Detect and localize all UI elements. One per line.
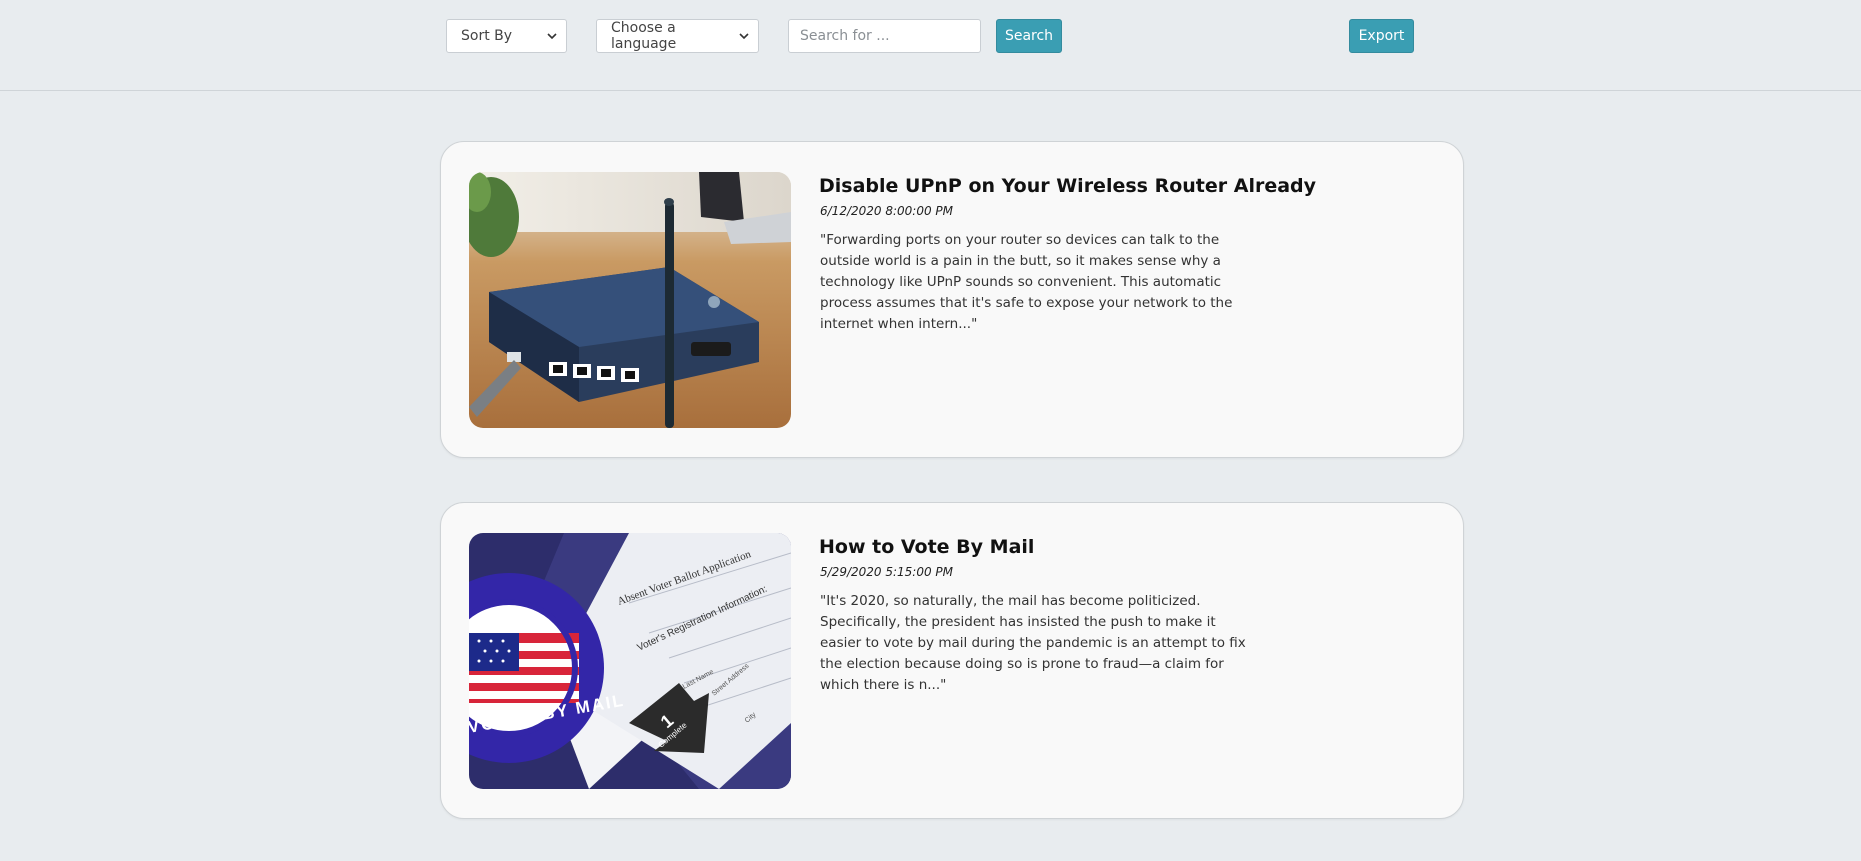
language-label: Choose a language	[611, 20, 677, 52]
chevron-down-icon	[547, 33, 557, 40]
article-date: 6/12/2020 8:00:00 PM	[820, 204, 954, 218]
export-button[interactable]: Export	[1349, 19, 1414, 53]
search-button[interactable]: Search	[996, 19, 1062, 53]
article-thumbnail-router[interactable]	[469, 172, 791, 428]
article-snippet: "Forwarding ports on your router so devi…	[820, 232, 1233, 332]
chevron-down-icon	[739, 33, 749, 40]
sort-by-select[interactable]: Sort By	[446, 19, 567, 53]
search-placeholder: Search for ...	[800, 28, 890, 44]
vote-by-mail-image: Absent Voter Ballot Application Voter's …	[469, 533, 791, 789]
search-input[interactable]: Search for ...	[788, 19, 981, 53]
article-thumbnail-vote[interactable]: Absent Voter Ballot Application Voter's …	[469, 533, 791, 789]
article-title[interactable]: How to Vote By Mail	[819, 536, 1034, 558]
sort-by-label: Sort By	[461, 28, 513, 44]
article-card[interactable]: Absent Voter Ballot Application Voter's …	[440, 502, 1464, 819]
article-snippet: "It's 2020, so naturally, the mail has b…	[820, 593, 1246, 693]
language-select[interactable]: Choose a language	[596, 19, 759, 53]
router-image	[469, 172, 791, 428]
article-date: 5/29/2020 5:15:00 PM	[820, 565, 954, 579]
article-card[interactable]: Disable UPnP on Your Wireless Router Alr…	[440, 141, 1464, 458]
toolbar: Sort By Choose a language Search for ...…	[0, 0, 1861, 91]
article-title[interactable]: Disable UPnP on Your Wireless Router Alr…	[819, 175, 1316, 197]
